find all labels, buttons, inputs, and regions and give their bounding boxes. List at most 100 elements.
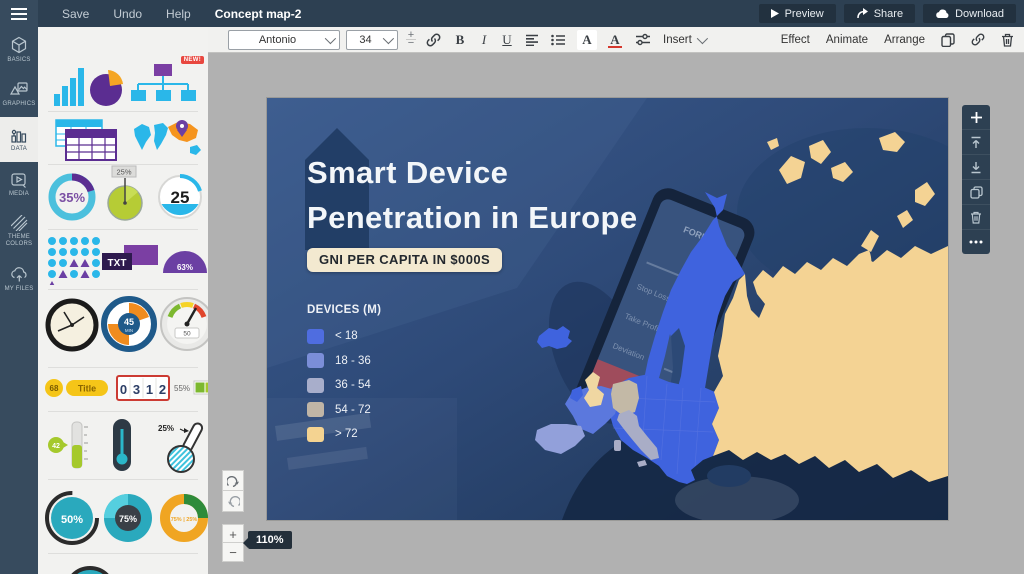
widget-thermometer-dark[interactable] — [100, 417, 144, 480]
send-backward-button[interactable] — [962, 155, 990, 180]
black-sea — [707, 465, 751, 487]
legend-item: 36 - 54 — [307, 373, 381, 398]
sidebar-item-data[interactable]: DATA — [0, 117, 38, 162]
text-style-button[interactable]: A — [577, 30, 597, 50]
redo-button[interactable] — [222, 470, 244, 492]
rail-label: DATA — [11, 146, 27, 153]
gauge-flag-value: 25% — [116, 168, 131, 177]
widget-org-chart[interactable]: NEW! — [130, 62, 196, 113]
donut-35-icon: 35% — [44, 169, 100, 225]
semi-big-value: 63% — [177, 263, 193, 272]
duplicate-button[interactable] — [941, 30, 955, 50]
undo-menu-button[interactable]: Undo — [113, 7, 142, 21]
effect-button[interactable]: Effect — [781, 34, 810, 46]
sliders-icon — [635, 33, 651, 46]
canvas-title[interactable]: Smart Device Penetration in Europe — [307, 150, 638, 240]
delete-button[interactable] — [1001, 30, 1014, 50]
canvas-subtitle-pill[interactable]: GNI PER CAPITA IN $000S — [307, 248, 502, 272]
insert-dropdown[interactable]: Insert — [663, 30, 705, 50]
widget-gauge-green[interactable]: 25% — [98, 165, 152, 230]
legend-label: 18 - 36 — [335, 355, 371, 367]
add-button[interactable] — [962, 105, 990, 130]
widget-counter-25[interactable]: 25 — [152, 169, 208, 230]
align-button[interactable] — [525, 30, 539, 50]
adjust-button[interactable] — [635, 30, 651, 50]
widget-world-map[interactable] — [130, 119, 204, 166]
share-button[interactable]: Share — [844, 4, 915, 23]
zoom-out-button[interactable]: − — [222, 542, 244, 562]
rail-label: MEDIA — [9, 191, 29, 198]
widget-text-label[interactable]: TXT — [102, 243, 160, 282]
underline-button[interactable]: U — [501, 30, 513, 50]
bring-forward-button[interactable] — [962, 130, 990, 155]
italic-button[interactable]: I — [479, 30, 489, 50]
meter-value: 50 — [183, 331, 191, 338]
animate-button[interactable]: Animate — [826, 34, 868, 46]
widget-pie-75[interactable]: 75% — [100, 490, 156, 551]
save-button[interactable]: Save — [62, 7, 89, 21]
design-canvas[interactable]: FOREX Stop Loss Take Profit Deviation — [267, 98, 948, 520]
help-button[interactable]: Help — [166, 7, 191, 21]
widget-digital-counter[interactable]: 0 3 1 2 — [116, 375, 170, 406]
widget-bar-pie-chart[interactable] — [50, 60, 130, 115]
font-size-select[interactable]: 34 — [346, 30, 398, 50]
sidebar-item-basics[interactable]: BASICS — [0, 27, 38, 72]
divider — [48, 553, 198, 554]
bullet-list-icon — [551, 34, 565, 46]
txt-value: TXT — [108, 258, 127, 269]
trash-icon — [1001, 33, 1014, 47]
map-legend[interactable]: DEVICES (M) < 18 18 - 36 36 - 54 54 - 72… — [307, 304, 381, 447]
media-icon — [10, 172, 28, 188]
title-line-1: Smart Device — [307, 150, 638, 195]
sidebar-item-media[interactable]: MEDIA — [0, 162, 38, 207]
download-button[interactable]: Download — [923, 4, 1016, 23]
widget-clock[interactable] — [44, 297, 100, 358]
sidebar-item-graphics[interactable]: GRAPHICS — [0, 72, 38, 117]
font-size-value: 34 — [353, 34, 378, 46]
counter-value: 25 — [171, 188, 190, 207]
link-icon — [426, 33, 441, 47]
legend-label: 36 - 54 — [335, 379, 371, 391]
bold-button[interactable]: B — [453, 30, 467, 50]
sidebar-item-my-files[interactable]: MY FILES — [0, 256, 38, 302]
duplicate-object-button[interactable] — [962, 180, 990, 205]
stepper-minus-icon: − — [406, 39, 416, 47]
widget-thermometer-bulb[interactable]: 25% — [150, 417, 208, 480]
legend-swatch — [307, 402, 324, 417]
widget-tables[interactable] — [48, 118, 124, 167]
divider — [48, 411, 198, 412]
digit: 0 — [120, 382, 127, 397]
widget-thermometer-green[interactable]: 42 — [46, 419, 96, 480]
legend-swatch — [307, 329, 324, 344]
arrow-up-to-line-icon — [970, 136, 982, 149]
legend-label: > 72 — [335, 428, 358, 440]
main-menu-button[interactable] — [0, 0, 38, 27]
link-object-button[interactable] — [971, 30, 985, 50]
timer-unit: MIN — [125, 328, 133, 333]
widget-speedometer[interactable]: 50 — [158, 295, 208, 358]
widget-partial-circle[interactable] — [62, 558, 118, 574]
zoom-in-button[interactable]: + — [222, 524, 244, 544]
more-options-button[interactable] — [962, 230, 990, 254]
widget-circle-50[interactable]: 50% — [44, 490, 100, 551]
widget-timer[interactable]: 45 MIN — [100, 295, 158, 358]
font-size-stepper[interactable]: + − — [406, 30, 416, 50]
widget-number-title[interactable]: 68 Title — [44, 377, 110, 404]
undo-button[interactable] — [222, 490, 244, 512]
text-color-button[interactable]: A — [605, 30, 625, 50]
widget-semicircles[interactable]: 63% 27% — [162, 245, 208, 280]
widget-segment-bar[interactable]: 55% — [174, 377, 208, 402]
widget-pictograph[interactable] — [46, 235, 102, 290]
delete-object-button[interactable] — [962, 205, 990, 230]
sidebar-item-theme-colors[interactable]: THEME COLORS — [0, 207, 38, 256]
preview-button[interactable]: Preview — [759, 4, 836, 23]
donut-value: 35% — [59, 190, 85, 205]
segment-bar-icon: 55% — [174, 377, 208, 397]
widget-donut-35[interactable]: 35% — [44, 169, 100, 230]
widget-donut-75-25[interactable]: 75% | 25% — [156, 490, 208, 551]
arrange-button[interactable]: Arrange — [884, 34, 925, 46]
font-select[interactable]: Antonio — [228, 30, 340, 50]
list-button[interactable] — [551, 30, 565, 50]
bar-value: 55% — [174, 384, 190, 393]
link-button[interactable] — [426, 30, 441, 50]
